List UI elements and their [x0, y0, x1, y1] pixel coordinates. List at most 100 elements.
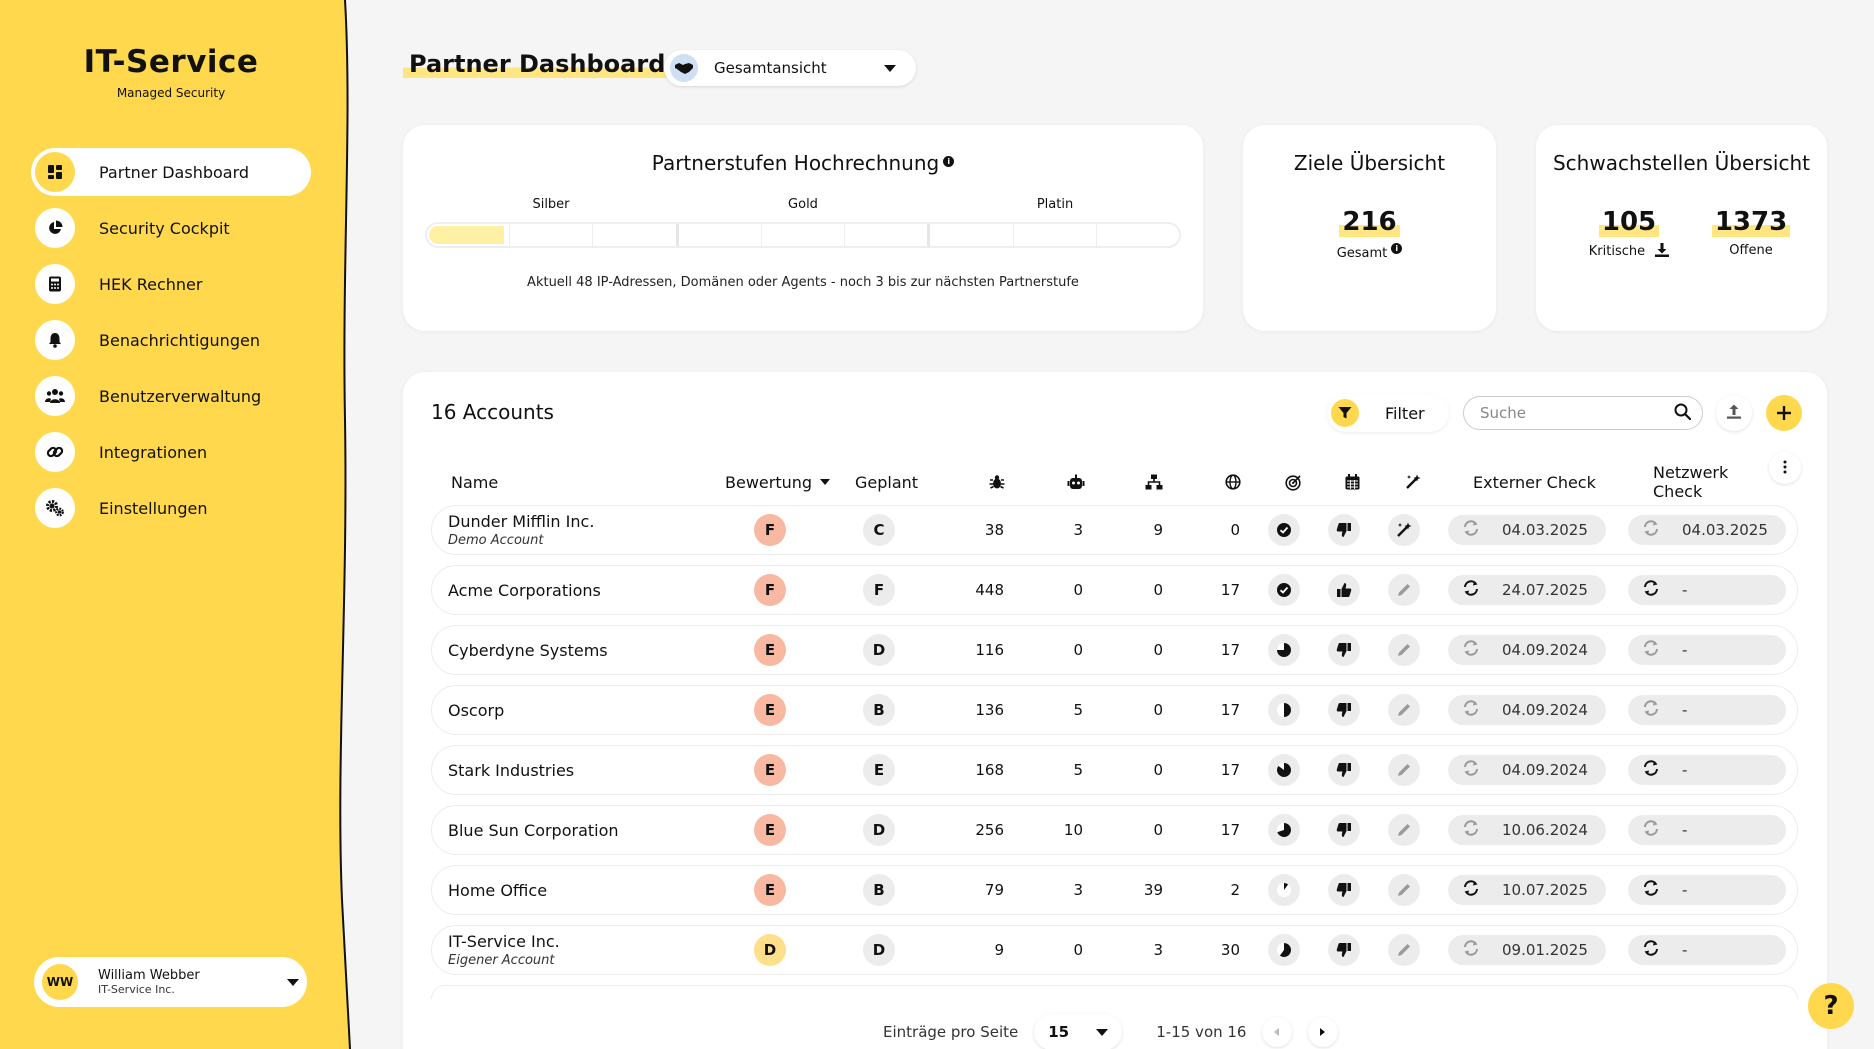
agents-count: 0	[1073, 581, 1083, 599]
table-row[interactable]: Acme Corporations F F 448 0 0 17 24.07.2…	[431, 565, 1798, 615]
planned-cell: D	[863, 806, 895, 854]
account-name[interactable]: Acme Corporations	[448, 581, 601, 600]
network-check-button[interactable]: 04.03.2025	[1628, 515, 1786, 545]
network-check-button[interactable]: -	[1628, 935, 1786, 965]
network-check-button[interactable]: -	[1628, 875, 1786, 905]
pencil-icon[interactable]	[1388, 874, 1420, 906]
search-input[interactable]	[1480, 404, 1674, 422]
view-select[interactable]: Gesamtansicht	[664, 50, 916, 86]
progress-icon[interactable]	[1268, 874, 1300, 906]
progress-icon[interactable]	[1268, 634, 1300, 666]
export-button[interactable]	[1716, 395, 1752, 431]
account-name[interactable]: Oscorp	[448, 701, 504, 720]
thumbs-up-icon[interactable]	[1328, 574, 1360, 606]
user-menu[interactable]: WW William Webber IT-Service Inc.	[34, 957, 307, 1007]
thumbs-down-icon[interactable]	[1328, 634, 1360, 666]
progress-icon[interactable]	[1268, 694, 1300, 726]
external-check-date: 10.06.2024	[1502, 821, 1588, 839]
sidebar-item-partner-dashboard[interactable]: Partner Dashboard	[31, 148, 311, 196]
table-row[interactable]: Oscorp E B 136 5 0 17 04.09.2024 -	[431, 685, 1798, 735]
table-row[interactable]: Cyberdyne Systems E D 116 0 0 17 04.09.2…	[431, 625, 1798, 675]
column-header-planned[interactable]: Geplant	[855, 470, 918, 494]
table-row[interactable]: Stark Industries E E 168 5 0 17 04.09.20…	[431, 745, 1798, 795]
vuln-critical-value: 105	[1598, 207, 1660, 237]
thumbs-down-icon[interactable]	[1328, 874, 1360, 906]
progress-icon[interactable]	[1268, 514, 1300, 546]
external-check-button[interactable]: 04.03.2025	[1448, 515, 1606, 545]
table-row[interactable]: IT-Service Inc. Eigener Account D D 9 0 …	[431, 925, 1798, 975]
account-name[interactable]: Blue Sun Corporation	[448, 821, 619, 840]
add-account-button[interactable]	[1766, 395, 1802, 431]
account-name[interactable]: Home Office	[448, 881, 547, 900]
prev-page-button[interactable]	[1262, 1017, 1293, 1047]
magic-wand-icon[interactable]	[1405, 470, 1421, 494]
progress-icon[interactable]	[1268, 814, 1300, 846]
domains-count: 17	[1220, 821, 1240, 839]
planned-badge: B	[863, 694, 895, 726]
download-icon[interactable]	[1655, 243, 1670, 261]
magic-wand-icon[interactable]	[1388, 514, 1420, 546]
sidebar-item-benutzerverwaltung[interactable]: Benutzerverwaltung	[31, 372, 311, 420]
pencil-icon[interactable]	[1388, 934, 1420, 966]
column-header-network-check[interactable]: Netzwerk Check	[1653, 463, 1773, 501]
network-check-button[interactable]: -	[1628, 695, 1786, 725]
progress-icon[interactable]	[1268, 754, 1300, 786]
external-check-button[interactable]: 10.07.2025	[1448, 875, 1606, 905]
account-name[interactable]: Stark Industries	[448, 761, 574, 780]
table-row[interactable]	[431, 985, 1798, 999]
progress-icon[interactable]	[1268, 934, 1300, 966]
external-check-button[interactable]: 04.09.2024	[1448, 695, 1606, 725]
column-header-rating[interactable]: Bewertung	[725, 470, 831, 494]
sidebar-item-hek-rechner[interactable]: HEK Rechner	[31, 260, 311, 308]
network-check-button[interactable]: -	[1628, 815, 1786, 845]
account-name[interactable]: Cyberdyne Systems	[448, 641, 608, 660]
help-button[interactable]: ?	[1808, 983, 1854, 1029]
external-check-button[interactable]: 09.01.2025	[1448, 935, 1606, 965]
next-page-button[interactable]	[1308, 1017, 1339, 1047]
calendar-icon[interactable]	[1345, 470, 1360, 494]
pencil-icon[interactable]	[1388, 754, 1420, 786]
thumbs-down-icon[interactable]	[1328, 814, 1360, 846]
bug-icon[interactable]	[989, 470, 1005, 494]
table-row[interactable]: Home Office E B 79 3 39 2 10.07.2025 -	[431, 865, 1798, 915]
info-icon[interactable]: i	[943, 156, 955, 167]
pencil-icon[interactable]	[1388, 694, 1420, 726]
info-icon[interactable]: i	[1391, 243, 1403, 254]
network-check-button[interactable]: -	[1628, 635, 1786, 665]
thumbs-down-icon[interactable]	[1328, 694, 1360, 726]
thumbs-down-icon[interactable]	[1328, 934, 1360, 966]
globe-icon[interactable]	[1225, 470, 1241, 494]
per-page-select[interactable]: 15	[1034, 1014, 1123, 1049]
network-icon[interactable]	[1145, 470, 1163, 494]
column-header-name[interactable]: Name	[451, 470, 498, 494]
thumbs-down-icon[interactable]	[1328, 754, 1360, 786]
sidebar-item-security-cockpit[interactable]: Security Cockpit	[31, 204, 311, 252]
target-icon[interactable]	[1285, 470, 1302, 494]
external-check-button[interactable]: 04.09.2024	[1448, 635, 1606, 665]
robot-icon[interactable]	[1067, 470, 1085, 494]
thumbs-down-icon[interactable]	[1328, 514, 1360, 546]
sidebar-item-integrationen[interactable]: Integrationen	[31, 428, 311, 476]
account-name[interactable]: Dunder Mifflin Inc.	[448, 512, 594, 531]
table-row[interactable]: Dunder Mifflin Inc. Demo Account F C 38 …	[431, 505, 1798, 555]
network-check-button[interactable]: -	[1628, 575, 1786, 605]
column-header-external-check[interactable]: Externer Check	[1473, 470, 1596, 494]
filter-button[interactable]: Filter	[1327, 394, 1449, 432]
table-row[interactable]: Blue Sun Corporation E D 256 10 0 17 10.…	[431, 805, 1798, 855]
external-check-button[interactable]: 04.09.2024	[1448, 755, 1606, 785]
sidebar-item-einstellungen[interactable]: Einstellungen	[31, 484, 311, 532]
external-check-button[interactable]: 10.06.2024	[1448, 815, 1606, 845]
network-check-date: -	[1682, 881, 1688, 899]
pencil-icon[interactable]	[1388, 574, 1420, 606]
network-check-button[interactable]: -	[1628, 755, 1786, 785]
pencil-icon[interactable]	[1388, 634, 1420, 666]
planned-badge: D	[863, 934, 895, 966]
sidebar-item-benachrichtigungen[interactable]: Benachrichtigungen	[31, 316, 311, 364]
pencil-icon[interactable]	[1388, 814, 1420, 846]
column-options-button[interactable]	[1769, 452, 1801, 484]
search-icon[interactable]	[1674, 403, 1692, 424]
external-check-button[interactable]: 24.07.2025	[1448, 575, 1606, 605]
sidebar-item-label: Integrationen	[99, 442, 208, 462]
account-name[interactable]: IT-Service Inc.	[448, 932, 560, 951]
progress-icon[interactable]	[1268, 574, 1300, 606]
